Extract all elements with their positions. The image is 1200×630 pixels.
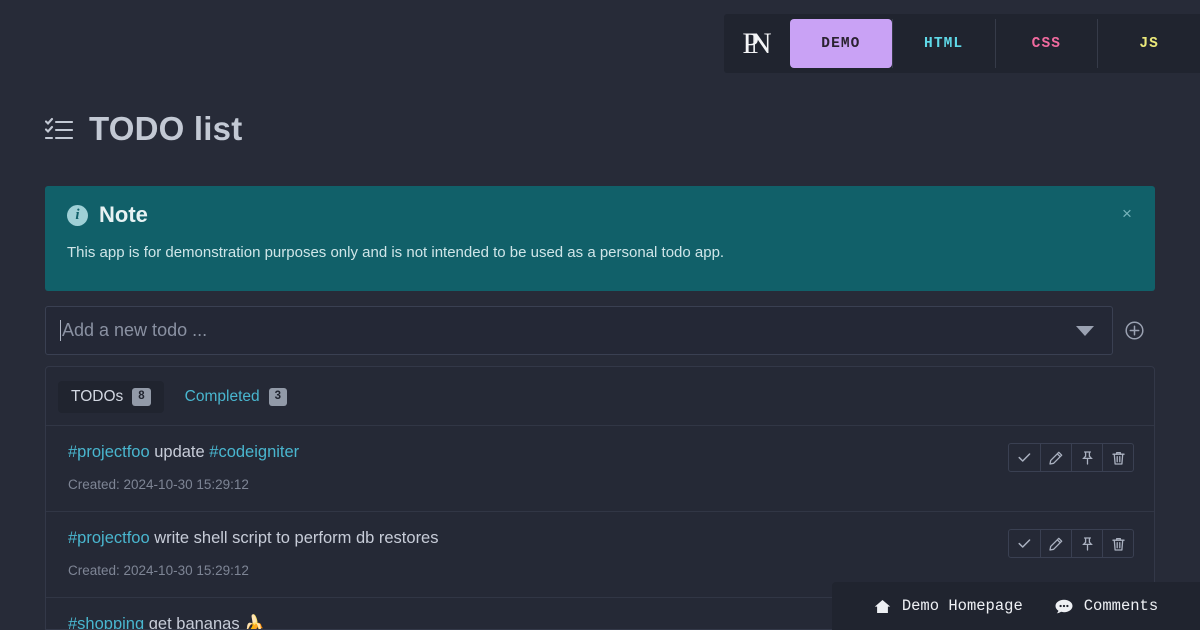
- list-check-icon: [45, 116, 73, 142]
- check-icon: [1018, 538, 1031, 549]
- trash-icon: [1112, 451, 1125, 465]
- table-row[interactable]: #projectfoo update #codeigniter Created:…: [46, 425, 1154, 511]
- chevron-down-icon[interactable]: [1076, 326, 1094, 336]
- todo-title: #projectfoo update #codeigniter: [68, 443, 1134, 463]
- note-alert: i Note This app is for demonstration pur…: [45, 186, 1155, 291]
- add-todo-row: Add a new todo ...: [45, 306, 1155, 355]
- pin-icon: [1081, 451, 1094, 465]
- home-icon: [874, 599, 891, 614]
- comment-icon: [1055, 599, 1073, 614]
- tab-completed-label: Completed: [185, 388, 260, 406]
- add-todo-button[interactable]: [1113, 306, 1155, 355]
- trash-icon: [1112, 537, 1125, 551]
- comments-label: Comments: [1084, 597, 1158, 615]
- complete-button[interactable]: [1009, 530, 1040, 557]
- note-alert-title: Note: [99, 204, 148, 226]
- pencil-icon: [1049, 537, 1063, 551]
- todo-tag[interactable]: #codeigniter: [209, 443, 299, 461]
- page-header: TODO list: [45, 112, 242, 145]
- tab-todos[interactable]: TODOs 8: [58, 381, 164, 413]
- info-circle-icon: i: [67, 205, 88, 226]
- row-action-group: [1008, 529, 1134, 558]
- demo-homepage-link[interactable]: Demo Homepage: [874, 597, 1023, 615]
- text-cursor: [60, 320, 61, 341]
- todo-card-tabs: TODOs 8 Completed 3: [46, 367, 1154, 425]
- note-alert-header: i Note: [67, 204, 1133, 226]
- edit-button[interactable]: [1040, 530, 1071, 557]
- todo-body-text: write shell script to perform db restore…: [150, 529, 439, 547]
- delete-button[interactable]: [1102, 530, 1133, 557]
- comments-link[interactable]: Comments: [1055, 597, 1158, 615]
- todo-body-text: get bananas: [144, 615, 244, 630]
- tab-demo[interactable]: DEMO: [790, 19, 892, 68]
- tab-html[interactable]: HTML: [892, 19, 995, 68]
- check-icon: [1018, 452, 1031, 463]
- pin-button[interactable]: [1071, 444, 1102, 471]
- pin-button[interactable]: [1071, 530, 1102, 557]
- add-todo-placeholder: Add a new todo ...: [62, 320, 207, 341]
- top-tabs: DEMO HTML CSS JS: [790, 14, 1200, 73]
- tab-css[interactable]: CSS: [995, 19, 1098, 68]
- todo-created-timestamp: Created: 2024-10-30 15:29:12: [68, 563, 1134, 578]
- page-title: TODO list: [89, 112, 242, 145]
- bottom-bar: Demo Homepage Comments: [832, 582, 1200, 630]
- todo-tag[interactable]: #projectfoo: [68, 443, 150, 461]
- tab-completed[interactable]: Completed 3: [172, 381, 300, 413]
- top-tab-bar: PN DEMO HTML CSS JS: [724, 14, 1200, 73]
- todo-body-text: update: [150, 443, 210, 461]
- pencil-icon: [1049, 451, 1063, 465]
- delete-button[interactable]: [1102, 444, 1133, 471]
- todo-emoji: 🍌: [244, 615, 265, 630]
- todo-tag[interactable]: #projectfoo: [68, 529, 150, 547]
- todo-title: #projectfoo write shell script to perfor…: [68, 529, 1134, 549]
- add-todo-input[interactable]: Add a new todo ...: [45, 306, 1113, 355]
- complete-button[interactable]: [1009, 444, 1040, 471]
- pin-icon: [1081, 537, 1094, 551]
- tab-todos-label: TODOs: [71, 388, 123, 406]
- plus-circle-icon: [1124, 320, 1145, 341]
- edit-button[interactable]: [1040, 444, 1071, 471]
- logo-monogram-pn: PN: [742, 29, 771, 59]
- tab-js[interactable]: JS: [1097, 19, 1200, 68]
- demo-homepage-label: Demo Homepage: [902, 597, 1023, 615]
- row-action-group: [1008, 443, 1134, 472]
- close-icon[interactable]: ×: [1117, 203, 1137, 223]
- tab-todos-count: 8: [132, 388, 150, 405]
- note-alert-message: This app is for demonstration purposes o…: [67, 244, 1133, 261]
- todo-tag[interactable]: #shopping: [68, 615, 144, 630]
- tab-completed-count: 3: [269, 388, 287, 405]
- site-logo[interactable]: PN: [724, 14, 790, 73]
- todo-created-timestamp: Created: 2024-10-30 15:29:12: [68, 477, 1134, 492]
